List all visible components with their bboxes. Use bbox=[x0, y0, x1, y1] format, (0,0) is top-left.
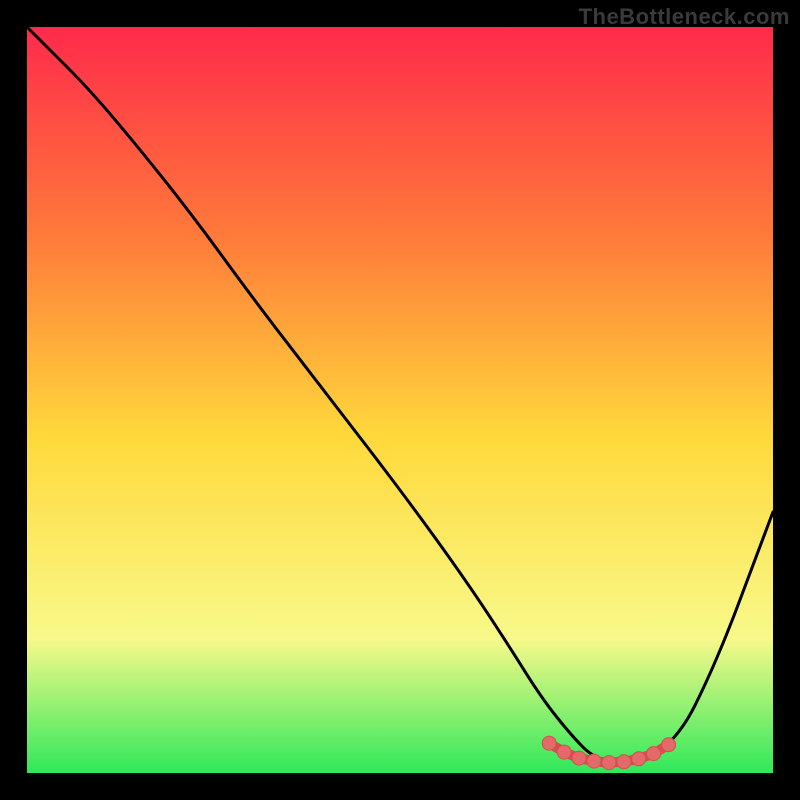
highlight-marker-dot bbox=[662, 738, 676, 752]
highlight-marker-dot bbox=[647, 747, 661, 761]
highlight-marker-dot bbox=[572, 751, 586, 765]
highlight-marker-dot bbox=[557, 745, 571, 759]
highlight-marker-dot bbox=[617, 755, 631, 769]
highlight-marker-dot bbox=[542, 736, 556, 750]
chart-frame: TheBottleneck.com bbox=[0, 0, 800, 800]
plot-area bbox=[27, 27, 773, 773]
highlight-marker-dot bbox=[602, 756, 616, 770]
chart-svg bbox=[27, 27, 773, 773]
gradient-background bbox=[27, 27, 773, 773]
highlight-marker-dot bbox=[587, 754, 601, 768]
highlight-marker-dot bbox=[632, 752, 646, 766]
